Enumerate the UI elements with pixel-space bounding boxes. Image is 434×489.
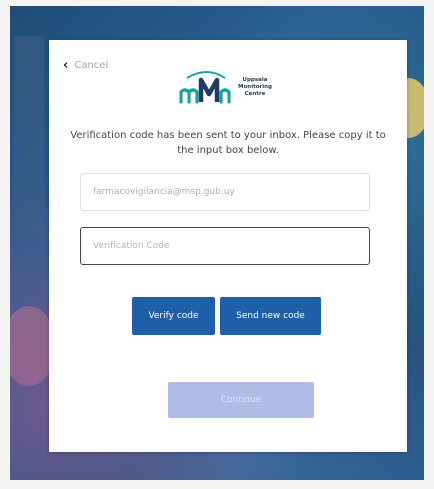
screen: ‹ Cancel Uppsala Monitoring Centre Verif… <box>0 0 434 489</box>
logo-wordmark: Uppsala Monitoring Centre <box>238 77 272 97</box>
verification-card: ‹ Cancel Uppsala Monitoring Centre Verif… <box>49 40 407 452</box>
email-field[interactable] <box>80 173 370 211</box>
continue-button[interactable]: Continue <box>168 382 314 418</box>
instruction-text: Verification code has been sent to your … <box>70 130 386 156</box>
uppsala-monitoring-centre-logo: Uppsala Monitoring Centre <box>177 68 277 116</box>
send-new-code-button[interactable]: Send new code <box>220 297 321 335</box>
logo-mark-icon <box>179 71 231 104</box>
background-shape <box>14 36 44 236</box>
verification-code-input[interactable] <box>80 227 370 265</box>
cancel-link[interactable]: ‹ Cancel <box>63 59 108 72</box>
verify-code-button[interactable]: Verify code <box>132 297 215 335</box>
cancel-label: Cancel <box>74 60 109 71</box>
chevron-left-icon: ‹ <box>63 58 69 73</box>
